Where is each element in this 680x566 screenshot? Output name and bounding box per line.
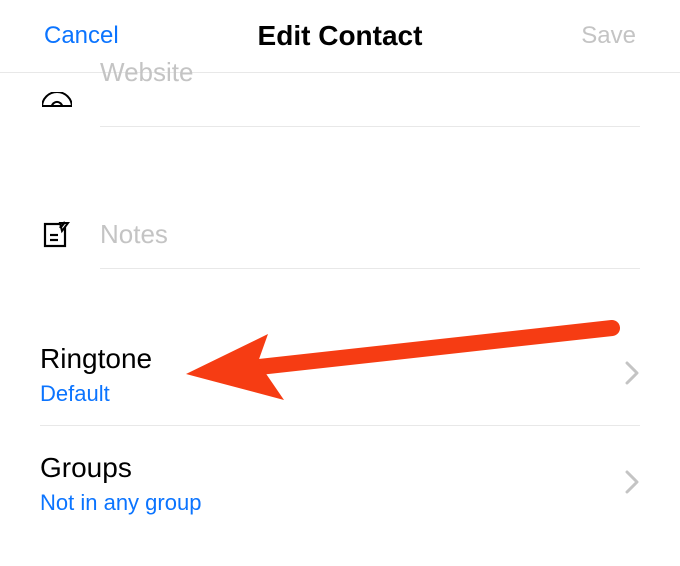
chevron-right-icon	[624, 469, 640, 500]
website-placeholder: Website	[100, 57, 193, 87]
groups-value: Not in any group	[40, 490, 201, 516]
notes-placeholder: Notes	[100, 219, 168, 249]
globe-icon	[40, 92, 100, 107]
groups-label: Groups	[40, 452, 201, 484]
cancel-button[interactable]: Cancel	[44, 22, 119, 50]
ringtone-row[interactable]: Ringtone Default	[40, 317, 640, 426]
save-button[interactable]: Save	[581, 22, 636, 50]
ringtone-value: Default	[40, 381, 152, 407]
notes-icon	[40, 221, 100, 249]
page-title: Edit Contact	[258, 20, 423, 52]
notes-field-row[interactable]: Notes	[40, 193, 640, 277]
chevron-right-icon	[624, 360, 640, 391]
content-area: Website Notes Ringtone Default	[0, 69, 680, 534]
groups-row[interactable]: Groups Not in any group	[40, 426, 640, 534]
website-field-row[interactable]: Website	[40, 69, 640, 135]
ringtone-label: Ringtone	[40, 343, 152, 375]
